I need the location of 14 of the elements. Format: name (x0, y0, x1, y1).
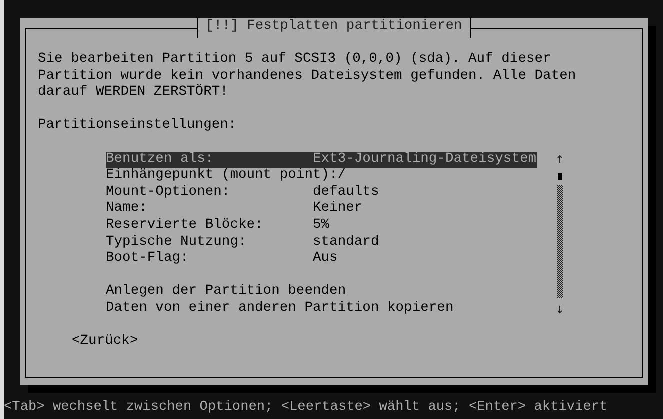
menu-item[interactable]: Name: Keiner (106, 201, 363, 218)
menu-item[interactable]: Boot-Flag: Aus (106, 251, 338, 268)
menu-item[interactable]: Einhängepunkt (mount point):/ (106, 168, 346, 185)
back-button[interactable]: <Zurück> (72, 334, 138, 351)
menu-item[interactable]: Mount-Optionen: defaults (106, 184, 380, 202)
menu-item[interactable]: Benutzen als: Ext3-Journaling-Dateisystem (106, 152, 537, 168)
menu-item[interactable]: Typische Nutzung: standard (106, 234, 380, 252)
dialog-title: [!!] Festplatten partitionieren (196, 18, 472, 38)
status-bar-text: <Tab> wechselt zwischen Optionen; <Leertaste> wählt aus; <Enter> aktiviert (4, 400, 609, 418)
menu-item[interactable]: Reservierte Blöcke: 5% (106, 218, 330, 235)
section-label: Partitionseinstellungen: (38, 118, 238, 135)
menu-item[interactable]: Daten von einer anderen Partition kopieren (106, 300, 454, 318)
menu-item[interactable]: Anlegen der Partition beenden (106, 284, 346, 301)
message-text: Sie bearbeiten Partition 5 auf SCSI3 (0,0,0) (sda). Auf dieser Partition wurde kein vorhandenes Dateisystem gefunden. Alle Daten darauf WERDEN ZERSTÖRT! (38, 52, 578, 102)
